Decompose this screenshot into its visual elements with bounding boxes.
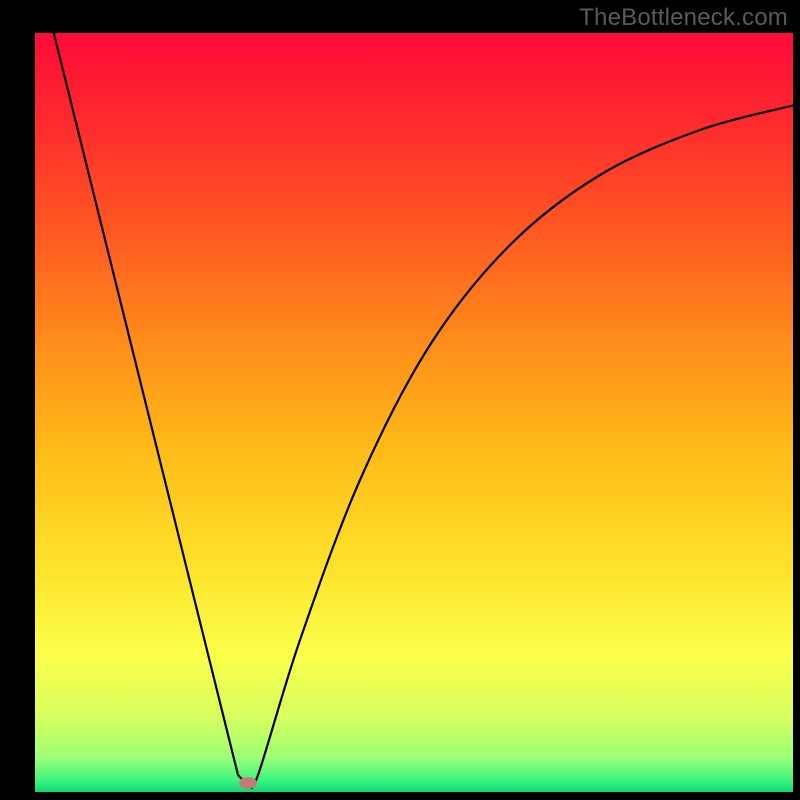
chart-container: TheBottleneck.com [0, 0, 800, 800]
watermark-text: TheBottleneck.com [579, 4, 788, 32]
bottleneck-chart [0, 0, 800, 800]
vertex-marker [239, 777, 257, 789]
